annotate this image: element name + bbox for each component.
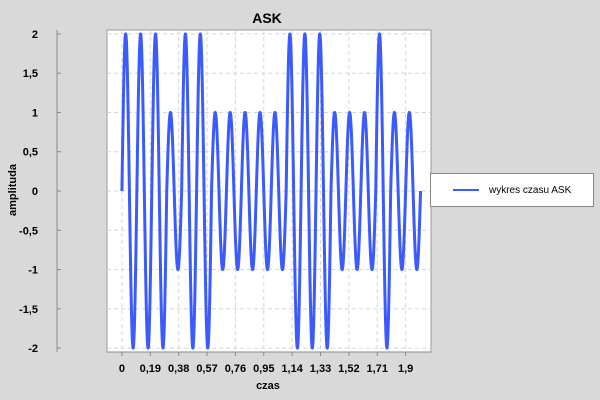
legend: wykres czasu ASK — [430, 173, 594, 207]
x-tick-label: 0,38 — [168, 363, 189, 375]
x-tick-label: 0 — [119, 363, 125, 375]
x-tick-label: 0,95 — [253, 363, 274, 375]
x-tick-label: 0,57 — [196, 363, 217, 375]
x-tick-label: 1,14 — [281, 363, 303, 375]
y-tick-label: 1,5 — [23, 68, 38, 80]
y-axis-label: amplituda — [7, 163, 19, 216]
y-tick-marks: 2 1,5 1 0,5 0 -0,5 -1 -1,5 -2 — [19, 29, 61, 355]
y-tick-label: 0,5 — [23, 147, 38, 159]
x-tick-label: 1,9 — [398, 363, 413, 375]
x-tick-label: 0,76 — [225, 363, 246, 375]
y-tick-label: 1 — [32, 107, 38, 119]
y-tick-label: -2 — [28, 343, 38, 355]
x-tick-label: 1,52 — [338, 363, 359, 375]
y-tick-label: -1 — [28, 265, 38, 277]
x-tick-label: 0,19 — [140, 363, 161, 375]
x-tick-label: 1,33 — [310, 363, 331, 375]
x-axis-label: czas — [256, 380, 280, 392]
y-tick-label: -0,5 — [19, 225, 38, 237]
legend-label: wykres czasu ASK — [489, 184, 572, 196]
x-tick-marks: 0 0,19 0,38 0,57 0,76 0,95 1,14 1,33 1,52 1,71 1,9 — [119, 352, 413, 375]
legend-swatch — [453, 189, 479, 191]
chart-title: ASK — [252, 10, 282, 26]
x-tick-label: 1,71 — [367, 363, 388, 375]
y-tick-label: 0 — [32, 186, 38, 198]
y-tick-label: -1,5 — [19, 304, 38, 316]
y-tick-label: 2 — [32, 29, 38, 41]
